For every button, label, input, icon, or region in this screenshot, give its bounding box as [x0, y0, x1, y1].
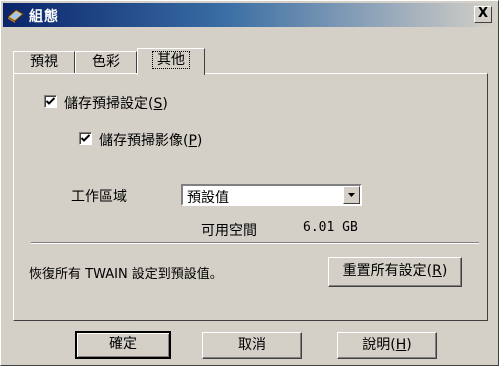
tab-preview[interactable]: 預視 [13, 51, 75, 73]
cancel-button[interactable]: 取消 [202, 332, 302, 359]
title-bar[interactable]: 組態 X [3, 3, 496, 27]
window-title: 組態 [29, 9, 59, 25]
tab-label: 預視 [30, 54, 58, 70]
configuration-dialog: 組態 X 預視 色彩 其他 儲存預掃設定(S) 儲存預掃影像(P) 工作區域 預… [0, 0, 499, 366]
close-icon: X [477, 6, 489, 21]
scanner-icon [7, 7, 24, 23]
ok-button[interactable]: 確定 [75, 331, 171, 359]
tab-color[interactable]: 色彩 [75, 51, 137, 73]
tab-panel-other [13, 73, 488, 321]
close-button[interactable]: X [474, 6, 492, 23]
tab-other[interactable]: 其他 [137, 48, 205, 75]
help-button[interactable]: 說明(H) [337, 332, 437, 359]
tab-label: 其他 [152, 51, 190, 69]
tab-label: 色彩 [92, 54, 120, 70]
